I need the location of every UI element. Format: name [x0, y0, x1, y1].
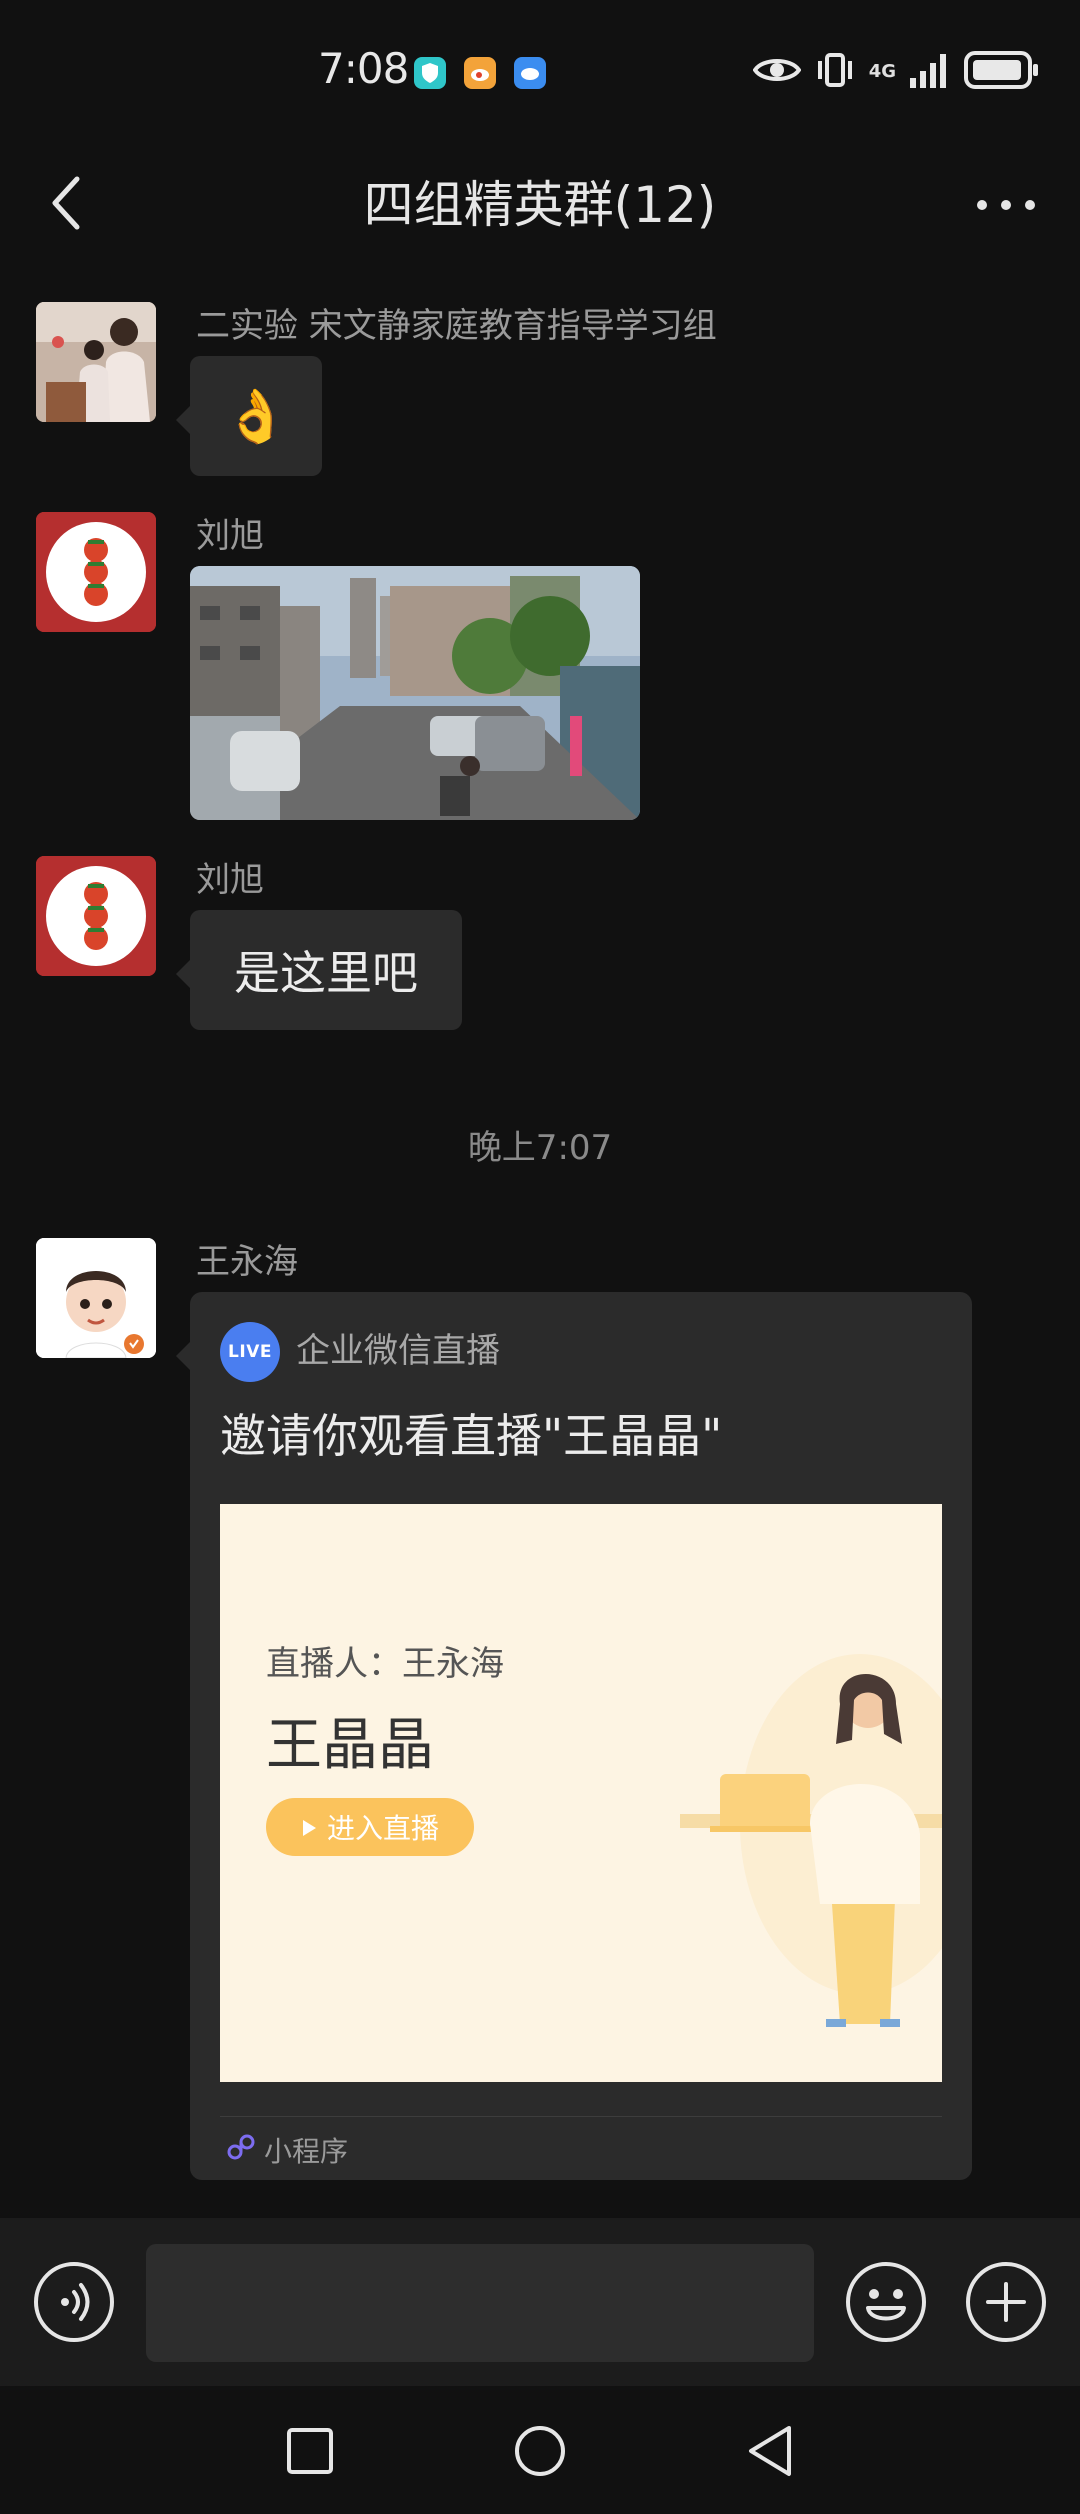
ok-hand-emoji: 👌	[223, 386, 289, 447]
live-cover[interactable]: 直播人：王永海 王晶晶 进入直播	[220, 1504, 942, 2082]
weibo-icon	[464, 57, 496, 89]
text-message-bubble[interactable]: 是这里吧	[176, 910, 462, 1030]
enter-live-button[interactable]: 进入直播	[266, 1798, 474, 1856]
network-type: 4G	[868, 61, 896, 82]
home-icon[interactable]	[505, 2416, 575, 2486]
mini-program-label: 小程序	[264, 2135, 349, 2168]
mini-program-footer: 小程序	[226, 2130, 348, 2170]
status-bar: 7:08 4G	[0, 0, 1080, 150]
emoji-message-bubble[interactable]: 👌	[176, 356, 322, 476]
card-divider	[220, 2116, 942, 2117]
timestamp: 晚上7:07	[467, 1128, 613, 1168]
signal-icon	[910, 52, 950, 92]
sender-name: 王永海	[196, 1242, 298, 1282]
message-text: 是这里吧	[234, 946, 418, 1000]
play-icon	[301, 1811, 317, 1844]
enter-live-label: 进入直播	[326, 1812, 439, 1845]
sender-name: 二实验 宋文静家庭教育指导学习组	[196, 306, 717, 346]
card-source: 企业微信直播	[296, 1331, 500, 1371]
chat-title: 四组精英群(12)	[363, 176, 717, 234]
sender-name: 刘旭	[196, 516, 264, 556]
message-input[interactable]	[146, 2244, 814, 2362]
card-title: 邀请你观看直播"王晶晶"	[220, 1409, 723, 1463]
battery-icon	[964, 51, 1040, 93]
plus-icon[interactable]	[964, 2260, 1048, 2344]
chat-header: 四组精英群(12)	[0, 150, 1080, 260]
eye-icon	[752, 55, 802, 89]
vibrate-icon	[815, 51, 855, 93]
cloud-app-icon	[514, 57, 546, 89]
live-badge-icon: LIVE	[220, 1322, 280, 1382]
image-message[interactable]	[190, 566, 640, 820]
avatar[interactable]	[36, 1238, 156, 1358]
more-dots-icon	[976, 196, 1036, 215]
shield-app-icon	[414, 57, 446, 89]
status-time: 7:08	[318, 44, 409, 93]
cover-illustration	[220, 1504, 942, 2082]
emoji-icon[interactable]	[844, 2260, 928, 2344]
avatar[interactable]	[36, 302, 156, 422]
input-bar	[0, 2218, 1080, 2386]
cover-stream-name: 王晶晶	[266, 1713, 434, 1778]
sender-name: 刘旭	[196, 860, 264, 900]
back-icon[interactable]	[735, 2416, 805, 2486]
more-button[interactable]	[966, 172, 1046, 238]
avatar[interactable]	[36, 512, 156, 632]
avatar[interactable]	[36, 856, 156, 976]
live-invite-card[interactable]: LIVE 企业微信直播 邀请你观看直播"王晶晶" 直播人：王永海 王晶晶 进入直…	[176, 1292, 972, 2180]
voice-icon[interactable]	[32, 2260, 116, 2344]
cover-host-label: 直播人：王永海	[266, 1644, 504, 1684]
mini-program-icon	[226, 2132, 256, 2169]
system-nav-bar	[0, 2386, 1080, 2514]
recent-apps-icon[interactable]	[275, 2416, 345, 2486]
